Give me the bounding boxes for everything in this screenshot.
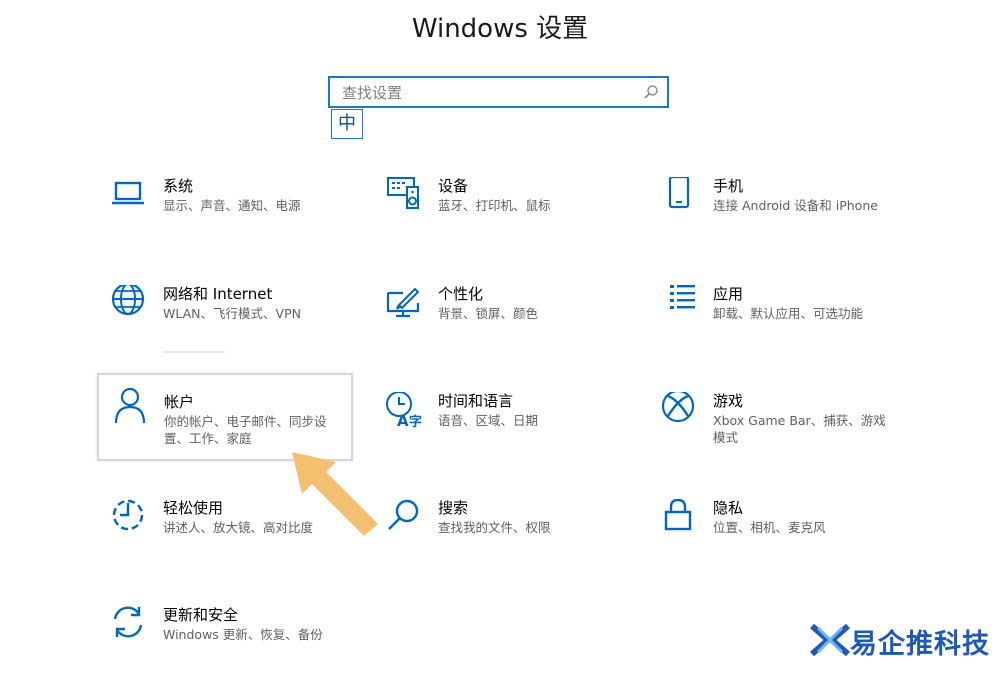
tile-desc: 连接 Android 设备和 iPhone bbox=[713, 198, 878, 213]
search-input[interactable] bbox=[340, 78, 644, 108]
padlock-icon bbox=[660, 498, 698, 537]
globe-icon bbox=[110, 282, 148, 323]
xbox-icon bbox=[660, 389, 698, 430]
search-icon[interactable] bbox=[643, 84, 659, 104]
list-icon bbox=[660, 285, 698, 323]
tile-name: 设备 bbox=[438, 177, 469, 195]
page-title: Windows 设置 bbox=[411, 14, 589, 44]
tile-desc: 查找我的文件、权限 bbox=[438, 520, 551, 535]
annotation-arrow-icon bbox=[292, 452, 378, 536]
phone-icon bbox=[660, 175, 698, 215]
tile-update-security[interactable]: 更新和安全 Windows 更新、恢复、备份 bbox=[100, 604, 350, 684]
tile-desc: 你的帐户、电子邮件、同步设置、工作、家庭 bbox=[164, 414, 327, 446]
tile-time-language[interactable]: A字 时间和语言 语音、区域、日期 bbox=[375, 390, 625, 470]
svg-text:字: 字 bbox=[409, 414, 422, 430]
tile-name: 隐私 bbox=[713, 499, 744, 517]
tile-name: 游戏 bbox=[713, 392, 744, 410]
tile-name: 网络和 Internet bbox=[163, 285, 273, 303]
tile-desc: 语音、区域、日期 bbox=[438, 413, 539, 428]
tile-desc: 卸载、默认应用、可选功能 bbox=[713, 306, 864, 321]
tile-name: 时间和语言 bbox=[438, 392, 514, 410]
tile-phone[interactable]: 手机 连接 Android 设备和 iPhone bbox=[650, 175, 900, 255]
tile-search[interactable]: 搜索 查找我的文件、权限 bbox=[375, 497, 625, 577]
tile-desc: 背景、锁屏、颜色 bbox=[438, 306, 539, 321]
search-box[interactable] bbox=[328, 76, 669, 108]
tile-name: 轻松使用 bbox=[163, 499, 224, 517]
divider bbox=[163, 351, 225, 353]
magnifier-icon bbox=[385, 499, 423, 537]
tile-desc: WLAN、飞行模式、VPN bbox=[163, 306, 301, 321]
watermark-text: 易企推科技 bbox=[850, 629, 990, 660]
laptop-icon bbox=[110, 177, 148, 215]
tile-privacy[interactable]: 隐私 位置、相机、麦克风 bbox=[650, 497, 900, 577]
tile-desc: Xbox Game Bar、捕获、游戏模式 bbox=[713, 413, 886, 445]
sync-arrows-icon bbox=[110, 606, 148, 644]
tile-name: 帐户 bbox=[164, 393, 195, 411]
keyboard-speaker-icon bbox=[385, 177, 423, 215]
tile-system[interactable]: 系统 显示、声音、通知、电源 bbox=[100, 175, 350, 255]
tile-name: 个性化 bbox=[438, 285, 484, 303]
tile-devices[interactable]: 设备 蓝牙、打印机、鼠标 bbox=[375, 175, 625, 255]
tile-desc: 位置、相机、麦克风 bbox=[713, 520, 826, 535]
clock-language-icon: A字 bbox=[385, 391, 423, 430]
logo-icon bbox=[810, 623, 850, 657]
timer-dashed-icon bbox=[110, 499, 148, 537]
tile-apps[interactable]: 应用 卸载、默认应用、可选功能 bbox=[650, 283, 900, 363]
person-icon bbox=[111, 387, 149, 425]
tile-name: 手机 bbox=[713, 177, 744, 195]
tile-desc: 蓝牙、打印机、鼠标 bbox=[438, 198, 551, 213]
tile-name: 系统 bbox=[163, 177, 194, 195]
watermark-logo: 易企推科技 bbox=[806, 618, 996, 662]
tile-name: 更新和安全 bbox=[163, 606, 239, 624]
tile-gaming[interactable]: 游戏 Xbox Game Bar、捕获、游戏模式 bbox=[650, 389, 900, 470]
ime-indicator[interactable]: 中 bbox=[331, 109, 363, 139]
tile-personalization[interactable]: 个性化 背景、锁屏、颜色 bbox=[375, 283, 625, 363]
tile-desc: Windows 更新、恢复、备份 bbox=[163, 627, 323, 642]
tile-name: 搜索 bbox=[438, 499, 469, 517]
tile-name: 应用 bbox=[713, 285, 744, 303]
paintbrush-monitor-icon bbox=[385, 285, 423, 323]
svg-text:A: A bbox=[397, 412, 409, 430]
tile-desc: 显示、声音、通知、电源 bbox=[163, 198, 301, 213]
tile-network[interactable]: 网络和 Internet WLAN、飞行模式、VPN bbox=[100, 282, 350, 363]
